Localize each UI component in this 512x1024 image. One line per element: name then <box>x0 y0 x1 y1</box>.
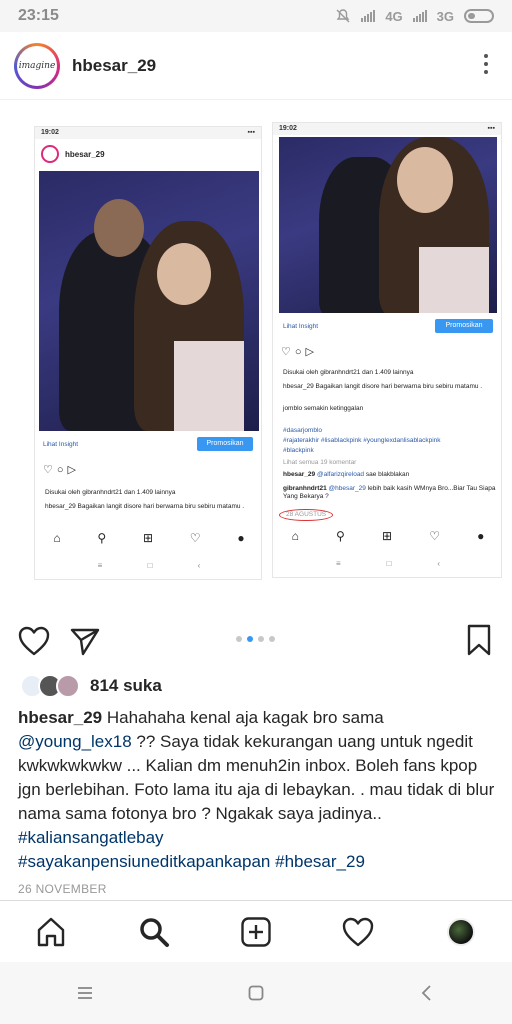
mini-photo <box>39 171 259 431</box>
likes-count: 814 suka <box>90 676 162 695</box>
profile-avatar <box>446 917 475 946</box>
menu-icon[interactable] <box>76 985 94 1001</box>
more-options-icon[interactable] <box>484 54 488 74</box>
nav-activity[interactable] <box>333 907 383 957</box>
mini-time-right: 19:02 <box>279 125 297 132</box>
caption-username[interactable]: hbesar_29 <box>18 708 102 727</box>
bottom-nav <box>0 900 512 962</box>
nav-new-post[interactable] <box>231 907 281 957</box>
signal-icon-2 <box>412 10 427 22</box>
mini-photo-right <box>279 137 497 313</box>
mini-caption-line2: jomblo semakin ketinggalan <box>283 405 364 412</box>
mini-promote-button-right: Promosikan <box>435 319 493 333</box>
home-square-icon[interactable] <box>247 984 265 1002</box>
post-header: imagine hbesar_29 <box>0 32 512 100</box>
mini-caption: hbesar_29 Bagaikan langit disore hari be… <box>45 503 245 510</box>
mini-comment-2: gibranhndrt21 @hbesar_29 lebih baik kasi… <box>283 485 496 501</box>
mini-time: 19:02 <box>41 129 59 136</box>
activity-heart-icon <box>343 917 374 946</box>
mini-caption-right: hbesar_29 Bagaikan langit disore hari be… <box>283 383 483 390</box>
post-image[interactable]: 19:02 ▪▪▪ hbesar_29 Lihat Insight Promosi… <box>0 100 512 612</box>
mini-tag-line1: #dasarjomblo <box>283 427 323 434</box>
mini-tag-line3: #blackpink <box>283 447 314 454</box>
caption-hashtag-3[interactable]: #hbesar_29 <box>275 852 365 871</box>
signal-icon <box>361 10 376 22</box>
screenshot-right: 19:02 ▪▪▪ Lihat Insight Promosikan ♡○▷ Di… <box>272 122 502 578</box>
liker-avatar-3 <box>56 674 80 698</box>
home-icon <box>37 917 65 946</box>
mini-date-circled: 28 AGUSTUS <box>279 509 334 522</box>
search-icon <box>139 917 169 947</box>
system-nav-bar <box>0 962 512 1024</box>
mini-actions: ♡○▷ <box>43 464 80 476</box>
status-time: 23:15 <box>18 7 59 24</box>
like-heart-icon[interactable] <box>18 626 50 656</box>
mini-header: hbesar_29 <box>41 145 105 163</box>
mini-actions-right: ♡○▷ <box>281 346 318 358</box>
mini-insight-link: Lihat Insight <box>43 441 79 448</box>
mini-tag-line2: #rajaterakhir #lisablackpink #younglexda… <box>283 437 441 444</box>
share-send-icon[interactable] <box>70 626 100 656</box>
network-label-2: 3G <box>436 8 454 24</box>
post-username[interactable]: hbesar_29 <box>72 56 156 76</box>
mini-username: hbesar_29 <box>65 149 105 159</box>
mini-sys-nav: ≡ □ ‹ <box>97 561 201 570</box>
network-label-1: 4G <box>385 8 403 24</box>
mini-promote-button: Promosikan <box>197 437 253 451</box>
mini-comment-1: hbesar_29 @alfarizqireload sae blakblaka… <box>283 471 410 478</box>
mini-avatar <box>41 145 59 163</box>
mini-liked-by: Disukai oleh gibranhndrt21 dan 1.409 lai… <box>45 489 176 496</box>
post-date: 26 NOVEMBER <box>18 882 107 896</box>
mini-view-comments: Lihat semua 19 komentar <box>283 459 357 466</box>
caption-text-1: Hahahaha kenal aja kagak bro sama <box>102 708 384 727</box>
mute-icon <box>336 9 350 23</box>
caption-hashtag-2[interactable]: #sayakanpensiuneditkapankapan <box>18 852 270 871</box>
likes-row[interactable]: 814 suka <box>20 674 162 698</box>
status-icons: 4G 3G <box>335 8 494 24</box>
add-post-icon <box>241 916 271 947</box>
mini-bottom-nav-right: ⌂ ⚲ ⊞ ♡ ● <box>291 529 485 543</box>
nav-search[interactable] <box>129 907 179 957</box>
mini-liked-by-right: Disukai oleh gibranhndrt21 dan 1.409 lai… <box>283 369 414 376</box>
post-caption: hbesar_29 Hahahaha kenal aja kagak bro s… <box>18 706 496 874</box>
battery-icon <box>464 9 494 23</box>
avatar[interactable]: imagine <box>14 42 60 89</box>
nav-home[interactable] <box>26 907 76 957</box>
bookmark-icon[interactable] <box>466 624 492 656</box>
mini-bottom-nav: ⌂ ⚲ ⊞ ♡ ● <box>53 531 245 545</box>
status-bar: 23:15 4G 3G <box>0 0 512 32</box>
screenshot-left: 19:02 ▪▪▪ hbesar_29 Lihat Insight Promosi… <box>34 126 262 580</box>
nav-profile[interactable] <box>436 907 486 957</box>
post-actions <box>0 612 512 672</box>
carousel-indicator <box>236 636 275 642</box>
caption-hashtag-1[interactable]: #kaliansangatlebay <box>18 828 164 847</box>
caption-mention[interactable]: @young_lex18 <box>18 732 132 751</box>
mini-sys-nav-right: ≡ □ ‹ <box>335 559 441 568</box>
mini-insight-link-right: Lihat Insight <box>283 323 319 330</box>
avatar-logo-text: imagine <box>17 45 57 86</box>
back-icon[interactable] <box>418 984 436 1002</box>
